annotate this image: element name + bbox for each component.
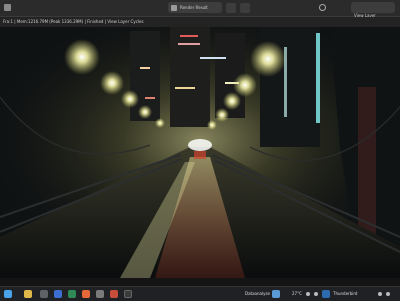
render-status-bar: Fra:1 | Mem:1216.79M (Peak 1336.29M) | F… [0, 17, 400, 27]
render-status-text: Fra:1 | Mem:1216.79M (Peak 1336.29M) | F… [3, 19, 144, 24]
blender-icon[interactable] [82, 290, 90, 298]
view-layer-selector[interactable]: View Layer [351, 2, 395, 18]
os-taskbar: Dataanalyse 27°C Thunderbird [0, 286, 400, 301]
app-icon-6[interactable] [124, 290, 132, 298]
vanishing-point-glow [188, 139, 212, 151]
app-icon-4[interactable] [96, 290, 104, 298]
render-slot-label: Render Result [180, 5, 208, 10]
thunderbird-icon[interactable] [322, 290, 330, 298]
render-slot-selector[interactable]: Render Result [168, 2, 222, 13]
image-icon [171, 4, 177, 11]
render-image-viewport[interactable] [0, 27, 400, 278]
neon-bar-right [316, 33, 320, 123]
distant-red-light [194, 151, 206, 159]
right-pillar [358, 87, 376, 237]
view-layer-icon [319, 4, 326, 11]
active-window-label[interactable]: Thunderbird [333, 287, 357, 301]
close-image-button[interactable] [240, 3, 250, 13]
start-icon[interactable] [4, 290, 12, 298]
tray-icon-1[interactable] [306, 292, 310, 296]
app-icon-3[interactable] [68, 290, 76, 298]
taskbar-user-label[interactable]: Dataanalyse [245, 287, 270, 301]
tray-icon-4[interactable] [386, 292, 390, 296]
render-image [0, 27, 400, 278]
user-icon[interactable] [272, 290, 280, 298]
browse-image-button[interactable] [226, 3, 236, 13]
file-explorer-icon[interactable] [24, 290, 32, 298]
status-gap [0, 278, 400, 286]
app-icon-5[interactable] [110, 290, 118, 298]
tray-icon-2[interactable] [314, 292, 318, 296]
tray-icon-3[interactable] [378, 292, 382, 296]
weather-label[interactable]: 27°C [292, 287, 302, 301]
app-icon-1[interactable] [40, 290, 48, 298]
editor-type-icon[interactable] [4, 4, 11, 11]
header-bar: Render Result View Layer [0, 0, 400, 18]
app-icon-2[interactable] [54, 290, 62, 298]
